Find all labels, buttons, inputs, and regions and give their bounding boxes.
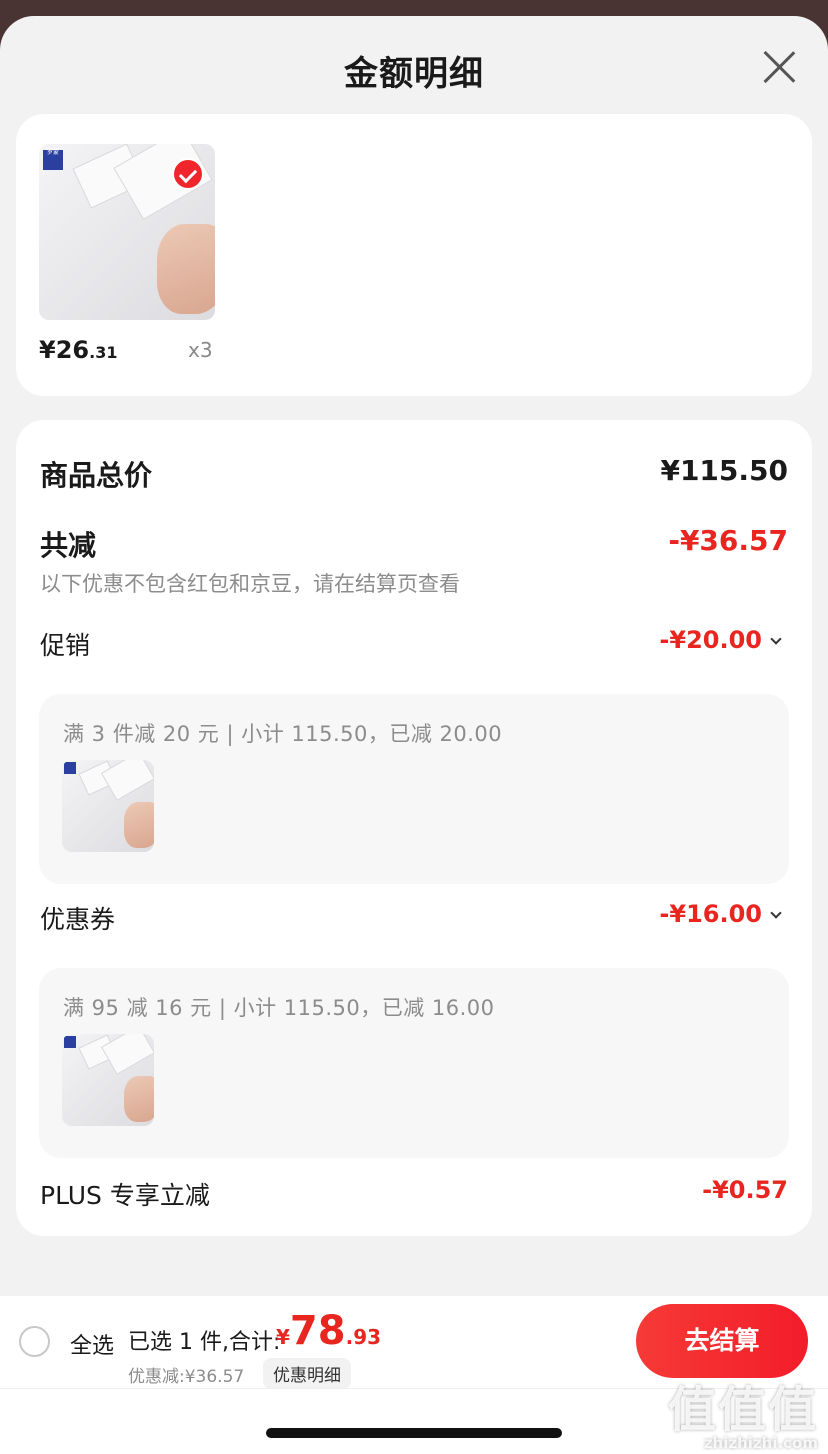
- discount-detail-button[interactable]: 优惠明细: [263, 1358, 351, 1389]
- coupon-value: -¥16.00: [659, 900, 782, 928]
- total-reduce-label: 共减: [40, 529, 97, 562]
- coupon-detail-text: 满 95 减 16 元 | 小计 115.50，已减 16.00: [63, 996, 495, 1020]
- amount-detail-sheet: 金额明细 罗蒙 ¥26.31 x3 商品总价 ¥115.50 共减 -¥36.5…: [0, 16, 828, 1454]
- sheet-title: 金额明细: [344, 54, 484, 94]
- promo-product-thumb[interactable]: [62, 760, 154, 852]
- plus-row: PLUS 专享立减 -¥0.57: [40, 1176, 788, 1212]
- brand-logo: [64, 762, 76, 774]
- price-breakdown-card: 商品总价 ¥115.50 共减 -¥36.57 以下优惠不包含红包和京豆，请在结…: [16, 420, 812, 1236]
- product-quantity: x3: [188, 338, 213, 362]
- promo-label: 促销: [40, 631, 91, 660]
- watermark-logo-text: 值值值: [667, 1382, 818, 1438]
- chevron-down-icon[interactable]: [770, 907, 782, 919]
- checkout-button[interactable]: 去结算: [636, 1304, 808, 1378]
- close-icon[interactable]: [760, 48, 798, 86]
- promo-value: -¥20.00: [659, 626, 782, 654]
- goods-total-label: 商品总价: [40, 459, 153, 492]
- selected-summary: 已选 1 件,合计:: [128, 1330, 281, 1355]
- selected-check-icon[interactable]: [172, 158, 204, 190]
- chevron-down-icon[interactable]: [770, 633, 782, 645]
- brand-logo: 罗蒙: [43, 150, 63, 170]
- promo-detail-box: 满 3 件减 20 元 | 小计 115.50，已减 20.00: [39, 694, 789, 884]
- select-all-label[interactable]: 全选: [70, 1328, 114, 1360]
- product-price: ¥26.31: [39, 336, 118, 364]
- select-all-radio[interactable]: [19, 1326, 50, 1357]
- coupon-detail-box: 满 95 减 16 元 | 小计 115.50，已减 16.00: [39, 968, 789, 1158]
- coupon-label: 优惠券: [40, 905, 116, 934]
- promo-detail-text: 满 3 件减 20 元 | 小计 115.50，已减 20.00: [63, 722, 503, 746]
- watermark: 值值值 zhizhizhi.com: [668, 1370, 818, 1452]
- coupon-product-thumb[interactable]: [62, 1034, 154, 1126]
- goods-total-row: 商品总价 ¥115.50: [40, 454, 788, 494]
- goods-total-value: ¥115.50: [660, 454, 788, 487]
- product-card: 罗蒙 ¥26.31 x3: [16, 114, 812, 396]
- brand-logo: [64, 1036, 76, 1048]
- total-reduce-value: -¥36.57: [668, 524, 788, 557]
- home-indicator[interactable]: [266, 1428, 562, 1438]
- plus-value: -¥0.57: [702, 1176, 788, 1204]
- total-reduce-row: 共减 -¥36.57: [40, 524, 788, 564]
- discount-note: 以下优惠不包含红包和京豆，请在结算页查看: [40, 572, 460, 596]
- promo-row[interactable]: 促销 -¥20.00: [40, 626, 788, 662]
- plus-label: PLUS 专享立减: [40, 1181, 210, 1210]
- coupon-row[interactable]: 优惠券 -¥16.00: [40, 900, 788, 936]
- total-amount: ¥78.93: [276, 1308, 382, 1354]
- discount-summary: 优惠减:¥36.57: [128, 1367, 245, 1387]
